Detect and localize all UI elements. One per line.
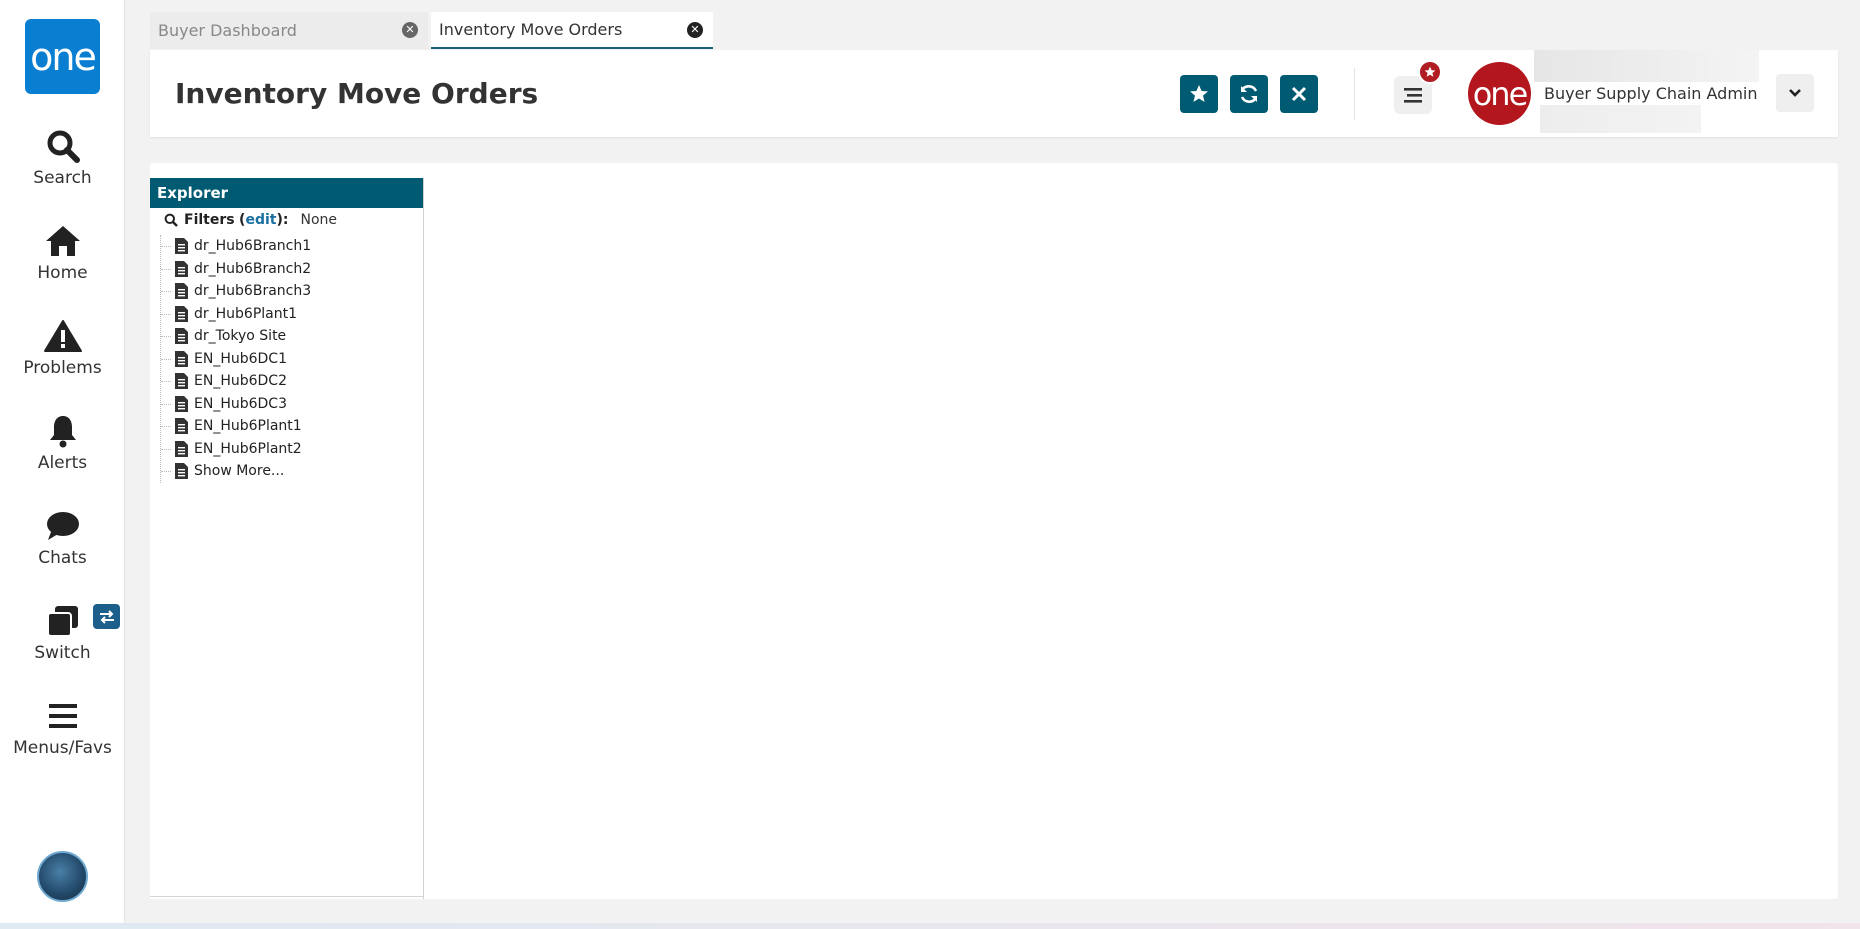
user-role: Buyer Supply Chain Admin [1544,84,1758,103]
list-icon [1404,88,1422,103]
header-divider [1354,68,1355,120]
tree-item[interactable]: dr_Hub6Branch3 [161,280,410,303]
user-org-logo[interactable]: one [1468,62,1531,125]
tree-item[interactable]: EN_Hub6DC2 [161,370,410,393]
nav-chats-label: Chats [38,548,87,568]
nav-menus-favs[interactable]: Menus/Favs [0,696,125,776]
tree-item[interactable]: dr_Tokyo Site [161,325,410,348]
document-icon [175,418,188,435]
close-icon [1291,86,1307,102]
main-content: Explorer Filters (edit): None dr_Hub6Bra… [150,163,1838,899]
nav-menus-favs-label: Menus/Favs [13,738,112,758]
filters-edit-link[interactable]: edit [245,212,276,228]
chat-icon [43,506,83,546]
filters-value: None [300,212,337,228]
redacted-user-org [1540,105,1701,133]
tab-label: Inventory Move Orders [439,20,623,39]
document-icon [175,238,188,255]
bell-icon [43,411,83,451]
page-title: Inventory Move Orders [175,77,539,110]
tree-item[interactable]: EN_Hub6DC3 [161,393,410,416]
document-icon [175,328,188,345]
page-header: Inventory Move Orders one Buyer Supply C… [150,50,1838,137]
favorite-button[interactable] [1180,75,1218,113]
explorer-footer [150,896,424,899]
document-icon [175,373,188,390]
tree-item[interactable]: dr_Hub6Branch1 [161,235,410,258]
user-menu-dropdown[interactable] [1776,74,1814,112]
tree-item[interactable]: EN_Hub6Plant2 [161,438,410,461]
document-icon [175,440,188,457]
refresh-icon [1240,85,1258,103]
switch-arrows-icon[interactable] [93,604,120,629]
search-icon [43,126,83,166]
home-icon [43,221,83,261]
nav-chats[interactable]: Chats [0,506,125,586]
warning-icon [43,316,83,356]
nav-search-label: Search [33,168,92,188]
nav-home[interactable]: Home [0,221,125,301]
nav-switch-label: Switch [34,643,91,663]
close-page-button[interactable] [1280,75,1318,113]
nav-home-label: Home [37,263,88,283]
document-icon [175,305,188,322]
star-icon [1424,66,1436,77]
nav-alerts[interactable]: Alerts [0,411,125,491]
nav-problems[interactable]: Problems [0,316,125,396]
explorer-tree: dr_Hub6Branch1 dr_Hub6Branch2 dr_Hub6Bra… [160,235,410,483]
document-icon [175,395,188,412]
bottom-strip [0,923,1860,929]
user-avatar[interactable] [37,851,88,902]
close-icon[interactable]: ✕ [402,22,418,38]
nav-alerts-label: Alerts [37,453,88,473]
tree-item[interactable]: dr_Hub6Plant1 [161,303,410,326]
refresh-button[interactable] [1230,75,1268,113]
filters-row: Filters (edit): None [164,212,337,228]
explorer-panel: Explorer Filters (edit): None dr_Hub6Bra… [150,178,424,899]
explorer-title: Explorer [150,178,423,208]
star-icon [1190,85,1208,102]
tree-item[interactable]: EN_Hub6DC1 [161,348,410,371]
document-icon [175,463,188,480]
chevron-down-icon [1789,89,1801,97]
tree-item[interactable]: dr_Hub6Branch2 [161,258,410,281]
left-nav: one Search Home Problems Alerts Chats Sw… [0,0,125,929]
switch-icon [43,601,83,641]
document-icon [175,350,188,367]
favorites-star-badge[interactable] [1418,60,1442,84]
redacted-user-name [1534,50,1759,82]
nav-search[interactable]: Search [0,126,125,206]
nav-problems-label: Problems [23,358,102,378]
close-icon[interactable]: ✕ [687,22,703,38]
tab-label: Buyer Dashboard [158,21,297,40]
tab-inventory-move-orders[interactable]: Inventory Move Orders ✕ [431,12,713,49]
hamburger-icon [43,696,83,736]
tree-item[interactable]: EN_Hub6Plant1 [161,415,410,438]
filters-label: Filters [184,212,235,228]
document-icon [175,260,188,277]
document-icon [175,283,188,300]
show-more-link[interactable]: Show More... [161,460,410,483]
search-icon [164,213,178,227]
app-logo[interactable]: one [25,19,100,94]
tab-buyer-dashboard[interactable]: Buyer Dashboard ✕ [150,12,428,49]
